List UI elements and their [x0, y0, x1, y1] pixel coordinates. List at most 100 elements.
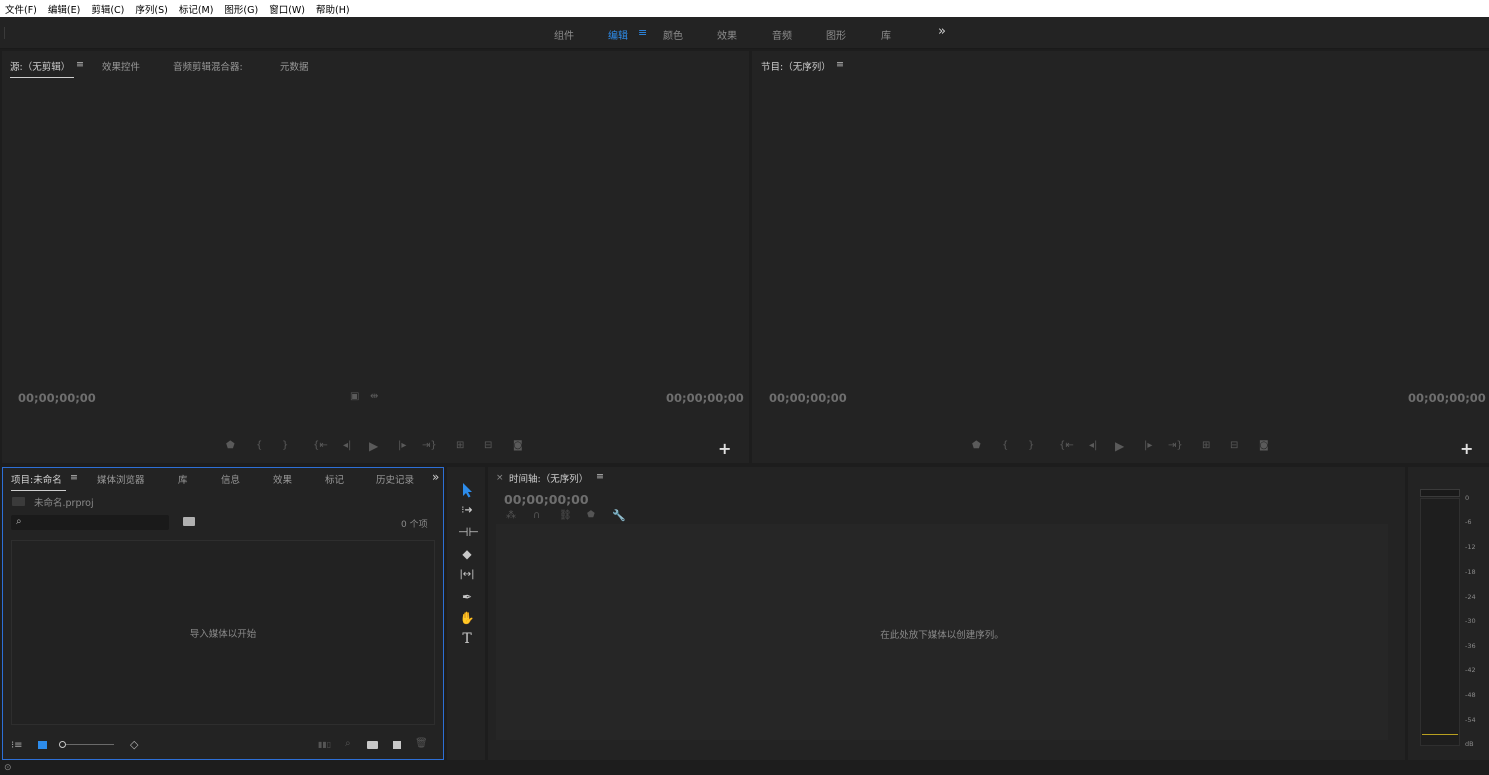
selection-tool-icon[interactable] [458, 482, 476, 498]
timeline-timecode[interactable]: 00;00;00;00 [504, 492, 589, 507]
panel-menu-icon[interactable]: ≡ [70, 472, 78, 483]
meter-level-line [1422, 734, 1458, 735]
play-icon[interactable]: ▶ [1115, 439, 1124, 453]
menu-sequence[interactable]: 序列(S) [135, 2, 167, 16]
drag-audio-icon[interactable]: ⇹ [370, 391, 378, 402]
tab-history[interactable]: 历史记录 [376, 472, 414, 486]
timeline-settings-icon[interactable]: 🔧 [612, 509, 626, 522]
hand-tool-icon[interactable]: ✋ [458, 610, 476, 626]
menu-clip[interactable]: 剪辑(C) [91, 2, 124, 16]
add-marker-icon[interactable]: ⬟ [587, 510, 595, 520]
ripple-edit-tool-icon[interactable]: ⊣⊢ [458, 524, 479, 540]
menu-markers[interactable]: 标记(M) [179, 2, 214, 16]
menu-window[interactable]: 窗口(W) [269, 2, 305, 16]
play-icon[interactable]: ▶ [369, 439, 378, 453]
workspace-bar: 组件 编辑 ≡ 颜色 效果 音频 图形 库 » [0, 17, 1489, 49]
go-to-out-icon[interactable]: ⇥} [1168, 440, 1183, 451]
panel-menu-icon[interactable]: ≡ [596, 471, 604, 482]
add-marker-icon[interactable]: ⬟ [226, 440, 235, 451]
background-tasks-icon[interactable]: ⊙ [4, 763, 12, 773]
tab-audio-clip-mixer[interactable]: 音频剪辑混合器: [173, 59, 243, 73]
tab-source[interactable]: 源:（无剪辑） [10, 59, 75, 78]
new-search-bin-icon[interactable] [183, 517, 195, 526]
peak-indicator[interactable] [1420, 489, 1460, 497]
workspace-more-icon[interactable]: » [938, 24, 946, 39]
go-to-in-icon[interactable]: {⇤ [1059, 440, 1074, 451]
panel-menu-icon[interactable]: ≡ [836, 59, 844, 70]
snap-icon[interactable]: ∩ [533, 510, 540, 521]
step-back-icon[interactable]: ◂| [1089, 440, 1097, 451]
nest-icon[interactable]: ⁂ [506, 510, 516, 521]
button-editor-add-icon[interactable]: + [718, 439, 731, 458]
go-to-in-icon[interactable]: {⇤ [313, 440, 328, 451]
menu-help[interactable]: 帮助(H) [316, 2, 350, 16]
step-forward-icon[interactable]: |▸ [398, 440, 406, 451]
automate-to-sequence-icon[interactable]: ▮▮▯ [318, 740, 331, 749]
track-select-tool-icon[interactable]: ⁝➜ [458, 503, 476, 519]
tab-timeline[interactable]: 时间轴:（无序列） [509, 471, 588, 485]
menu-graphics[interactable]: 图形(G) [224, 2, 258, 16]
menu-file[interactable]: 文件(F) [5, 2, 37, 16]
workspace-audio[interactable]: 音频 [772, 27, 792, 42]
zoom-slider-handle[interactable] [59, 741, 66, 748]
clear-icon[interactable]: 🗑 [415, 738, 428, 749]
pen-tool-icon[interactable]: ✒ [458, 589, 476, 605]
find-icon[interactable]: ⌕ [345, 738, 351, 749]
meter-label: -6 [1465, 518, 1472, 526]
workspace-color[interactable]: 颜色 [663, 27, 683, 42]
type-tool-icon[interactable]: T [458, 631, 476, 647]
new-bin-icon[interactable] [367, 741, 378, 749]
tab-effects[interactable]: 效果 [273, 472, 292, 486]
zoom-fit-icon[interactable]: ▣ [350, 391, 359, 402]
tab-info[interactable]: 信息 [221, 472, 240, 486]
add-marker-icon[interactable]: ⬟ [972, 440, 981, 451]
icon-view-icon[interactable] [38, 741, 47, 749]
workspace-menu-icon[interactable]: ≡ [638, 26, 647, 39]
sort-icons-icon[interactable]: ◇ [130, 738, 138, 751]
step-back-icon[interactable]: ◂| [343, 440, 351, 451]
close-panel-icon[interactable]: × [496, 473, 504, 483]
tab-media-browser[interactable]: 媒体浏览器 [97, 472, 145, 486]
workspace-graphics[interactable]: 图形 [826, 27, 846, 42]
source-current-timecode[interactable]: 00;00;00;00 [18, 391, 96, 405]
workspace-effects[interactable]: 效果 [717, 27, 737, 42]
slip-tool-icon[interactable]: |↔| [458, 567, 476, 583]
step-forward-icon[interactable]: |▸ [1144, 440, 1152, 451]
new-item-icon[interactable] [393, 741, 401, 749]
program-monitor-panel: 节目:（无序列） ≡ 00;00;00;00 00;00;00;00 ⬟ { }… [752, 51, 1489, 463]
tabs-overflow-icon[interactable]: » [432, 470, 439, 484]
workspace-libraries[interactable]: 库 [881, 27, 891, 42]
meter-label: -12 [1465, 543, 1476, 551]
project-content-area[interactable]: 导入媒体以开始 [11, 540, 435, 725]
menu-edit[interactable]: 编辑(E) [48, 2, 80, 16]
mark-out-icon[interactable]: } [1028, 440, 1034, 451]
button-editor-add-icon[interactable]: + [1460, 439, 1473, 458]
search-input[interactable]: ⌕ [11, 515, 169, 530]
list-view-icon[interactable]: ⁝≡ [11, 740, 23, 751]
search-icon: ⌕ [16, 516, 22, 527]
mark-out-icon[interactable]: } [282, 440, 288, 451]
program-current-timecode[interactable]: 00;00;00;00 [769, 391, 847, 405]
export-frame-icon[interactable]: ◙ [513, 440, 523, 451]
overwrite-icon[interactable]: ⊟ [484, 440, 492, 451]
mark-in-icon[interactable]: { [256, 440, 262, 451]
tab-markers[interactable]: 标记 [325, 472, 344, 486]
tab-metadata[interactable]: 元数据 [280, 59, 309, 73]
tab-program[interactable]: 节目:（无序列） [761, 59, 831, 73]
lift-icon[interactable]: ⊞ [1202, 440, 1210, 451]
zoom-slider-track[interactable] [66, 744, 114, 745]
tab-project[interactable]: 项目:未命名 [11, 472, 66, 491]
timeline-drop-area[interactable]: 在此处放下媒体以创建序列。 [496, 524, 1388, 740]
tab-libraries[interactable]: 库 [178, 472, 188, 486]
workspace-assembly[interactable]: 组件 [554, 27, 574, 42]
insert-icon[interactable]: ⊞ [456, 440, 464, 451]
go-to-out-icon[interactable]: ⇥} [422, 440, 437, 451]
linked-selection-icon[interactable]: ⛓ [559, 510, 572, 521]
export-frame-icon[interactable]: ◙ [1259, 440, 1269, 451]
tab-effect-controls[interactable]: 效果控件 [102, 59, 140, 73]
workspace-editing[interactable]: 编辑 [608, 27, 628, 42]
panel-menu-icon[interactable]: ≡ [76, 59, 84, 70]
mark-in-icon[interactable]: { [1002, 440, 1008, 451]
extract-icon[interactable]: ⊟ [1230, 440, 1238, 451]
razor-tool-icon[interactable]: ◆ [458, 546, 476, 562]
